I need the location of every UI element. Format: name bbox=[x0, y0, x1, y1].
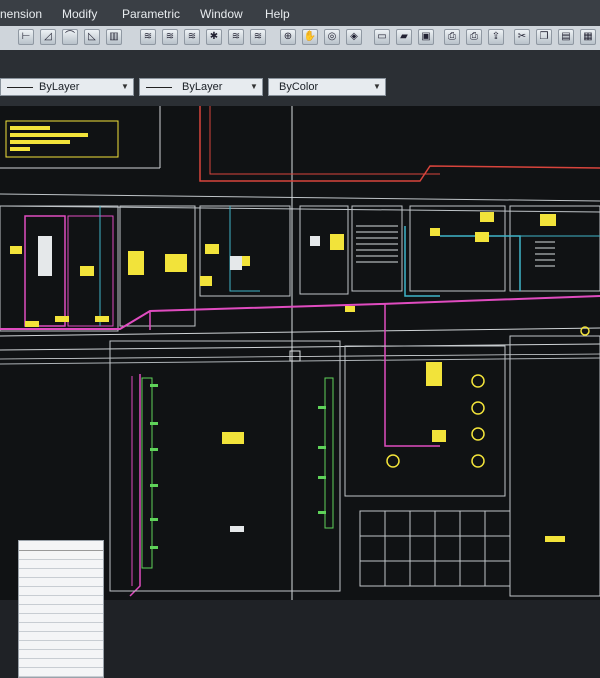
open-icon[interactable]: ▭ bbox=[374, 29, 390, 45]
save-icon[interactable]: ▣ bbox=[418, 29, 434, 45]
layer-dropdown-label: ByLayer bbox=[39, 81, 80, 93]
table-row bbox=[19, 668, 103, 677]
title-block-bar bbox=[10, 126, 50, 130]
dimension-linear-icon[interactable]: ⊢ bbox=[18, 29, 34, 45]
table-row bbox=[19, 632, 103, 641]
toolbar: ⊢ ◿ ⌒ ◺ ▥ ≋ ≋ ≋ ✱ ≋ ≋ ⊕ ✋ ◎ ◈ ▭ ▰ ▣ ⎙ ⎙ … bbox=[0, 26, 600, 51]
save-folder-icon[interactable]: ▰ bbox=[396, 29, 412, 45]
table-row bbox=[19, 605, 103, 614]
title-block-bar bbox=[10, 133, 88, 137]
layer-manager-icon[interactable]: ≋ bbox=[140, 29, 156, 45]
drawing-canvas[interactable] bbox=[0, 106, 600, 678]
legend-table-header bbox=[19, 541, 103, 551]
layer-state-icon[interactable]: ≋ bbox=[162, 29, 178, 45]
linetype-preview bbox=[146, 87, 172, 88]
menu-modify[interactable]: Modify bbox=[62, 7, 97, 21]
table-row bbox=[19, 551, 103, 560]
properties-toolbar: ByLayer ▼ ByLayer ▼ ByColor ▼ bbox=[0, 50, 600, 107]
layer-match-icon[interactable]: ≋ bbox=[250, 29, 266, 45]
layer-lock-icon[interactable]: ≋ bbox=[228, 29, 244, 45]
paste-icon[interactable]: ▤ bbox=[558, 29, 574, 45]
cut-icon[interactable]: ✂ bbox=[514, 29, 530, 45]
chevron-down-icon: ▼ bbox=[250, 82, 258, 91]
linetype-dropdown-label: ByLayer bbox=[182, 81, 223, 93]
title-block-bar bbox=[10, 140, 70, 144]
copy-icon[interactable]: ❐ bbox=[536, 29, 552, 45]
orbit-icon[interactable]: ◎ bbox=[324, 29, 340, 45]
menu-bar: nension Modify Parametric Window Help bbox=[0, 0, 600, 26]
publish-icon[interactable]: ⇪ bbox=[488, 29, 504, 45]
table-row bbox=[19, 578, 103, 587]
table-row bbox=[19, 587, 103, 596]
table-row bbox=[19, 659, 103, 668]
table-row bbox=[19, 560, 103, 569]
dimension-table-icon[interactable]: ▥ bbox=[106, 29, 122, 45]
table-row bbox=[19, 614, 103, 623]
dimension-arc-icon[interactable]: ⌒ bbox=[62, 29, 78, 45]
table-row bbox=[19, 623, 103, 632]
color-dropdown[interactable]: ByColor ▼ bbox=[268, 78, 386, 96]
table-row bbox=[19, 596, 103, 605]
linetype-preview bbox=[7, 87, 33, 88]
zoom-icon[interactable]: ⊕ bbox=[280, 29, 296, 45]
table-row bbox=[19, 650, 103, 659]
match-properties-icon[interactable]: ▦ bbox=[580, 29, 596, 45]
view-icon[interactable]: ◈ bbox=[346, 29, 362, 45]
menu-dimension[interactable]: nension bbox=[0, 7, 42, 21]
legend-table bbox=[18, 540, 104, 678]
layer-dropdown[interactable]: ByLayer ▼ bbox=[0, 78, 134, 96]
menu-parametric[interactable]: Parametric bbox=[122, 7, 180, 21]
title-block-bar bbox=[10, 147, 30, 151]
chevron-down-icon: ▼ bbox=[373, 82, 381, 91]
linetype-dropdown[interactable]: ByLayer ▼ bbox=[139, 78, 263, 96]
print-preview-icon[interactable]: ⎙ bbox=[466, 29, 482, 45]
table-row bbox=[19, 641, 103, 650]
layer-freeze-icon[interactable]: ✱ bbox=[206, 29, 222, 45]
menu-help[interactable]: Help bbox=[265, 7, 290, 21]
floor-plan-drawing bbox=[0, 106, 600, 600]
pan-icon[interactable]: ✋ bbox=[302, 29, 318, 45]
table-row bbox=[19, 569, 103, 578]
color-dropdown-label: ByColor bbox=[279, 81, 319, 93]
dimension-angular-icon[interactable]: ◿ bbox=[40, 29, 56, 45]
menu-window[interactable]: Window bbox=[200, 7, 243, 21]
layer-isolate-icon[interactable]: ≋ bbox=[184, 29, 200, 45]
chevron-down-icon: ▼ bbox=[121, 82, 129, 91]
print-icon[interactable]: ⎙ bbox=[444, 29, 460, 45]
dimension-ordinate-icon[interactable]: ◺ bbox=[84, 29, 100, 45]
